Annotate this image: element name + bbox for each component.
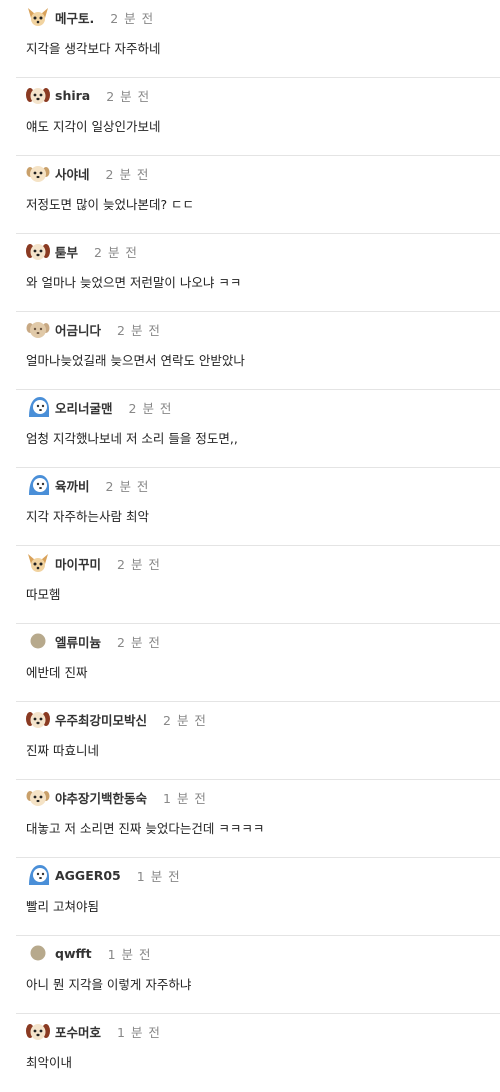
comment-timestamp: 1 분 전 bbox=[136, 868, 181, 884]
comment-text: 진짜 따효니네 bbox=[26, 743, 99, 758]
comment-text: 에반데 진짜 bbox=[26, 665, 88, 680]
comment-text: 따모헴 bbox=[26, 587, 61, 602]
comment-nickname[interactable]: shira bbox=[55, 88, 90, 103]
comment-item: 우주최강미모박신 2 분 전진짜 따효니네 bbox=[0, 702, 500, 780]
dog-brown-ears-icon[interactable] bbox=[26, 83, 50, 107]
comment-header: 어금니다 2 분 전 bbox=[26, 316, 161, 342]
comment-timestamp: 2 분 전 bbox=[117, 322, 161, 338]
puppy-icon[interactable] bbox=[26, 785, 50, 809]
comment-item: 오리너굴맨 2 분 전엄청 지각했나보네 저 소리 들을 정도면,, bbox=[0, 390, 500, 468]
comment-item: 육까비 2 분 전지각 자주하는사람 최악 bbox=[0, 468, 500, 546]
comment-nickname[interactable]: AGGER05 bbox=[55, 868, 121, 883]
default-circle-icon[interactable] bbox=[26, 941, 50, 965]
comment-item: 사야네 2 분 전저정도면 많이 늦었나본데? ㄷㄷ bbox=[0, 156, 500, 234]
comment-timestamp: 2 분 전 bbox=[110, 10, 155, 26]
comment-timestamp: 1 분 전 bbox=[107, 946, 152, 962]
comment-text: 저정도면 많이 늦었나본데? ㄷㄷ bbox=[26, 197, 195, 212]
chihuahua-icon[interactable] bbox=[26, 551, 50, 575]
comment-header: 오리너굴맨 2 분 전 bbox=[26, 394, 172, 420]
comment-timestamp: 2 분 전 bbox=[117, 556, 161, 572]
comment-nickname[interactable]: 오리너굴맨 bbox=[55, 398, 113, 417]
default-circle-icon[interactable] bbox=[26, 629, 50, 653]
comment-header: 사야네 2 분 전 bbox=[26, 160, 149, 186]
comment-item: 메구토. 2 분 전지각을 생각보다 자주하네 bbox=[0, 0, 500, 78]
comment-header: 엘류미늄 2 분 전 bbox=[26, 628, 161, 654]
comment-nickname[interactable]: 우주최강미모박신 bbox=[55, 710, 147, 729]
puppy-beige-icon[interactable] bbox=[26, 317, 50, 341]
puppy-icon[interactable] bbox=[26, 161, 50, 185]
comment-header: 포수머호 1 분 전 bbox=[26, 1018, 161, 1044]
comment-nickname[interactable]: 툳부 bbox=[55, 242, 78, 261]
blue-creature-icon[interactable] bbox=[26, 473, 50, 497]
comment-nickname[interactable]: 어금니다 bbox=[55, 320, 101, 339]
comment-list: 메구토. 2 분 전 지각을 생각보다 자주하네 shira 2 분 전 얘도 지각이 일… bbox=[0, 0, 500, 1092]
comment-nickname[interactable]: 야추장기백한동숙 bbox=[55, 788, 147, 807]
comment-timestamp: 2 분 전 bbox=[94, 244, 138, 260]
comment-timestamp: 1 분 전 bbox=[163, 790, 207, 806]
comment-item: 마이꾸미 2 분 전따모헴 bbox=[0, 546, 500, 624]
comment-timestamp: 2 분 전 bbox=[105, 478, 150, 494]
comment-header: 메구토. 2 분 전 bbox=[26, 4, 154, 30]
dog-brown-ears-icon[interactable] bbox=[26, 1019, 50, 1043]
comment-header: shira 2 분 전 bbox=[26, 82, 150, 108]
comment-text: 최악이내 bbox=[26, 1055, 73, 1070]
comment-nickname[interactable]: 메구토. bbox=[55, 8, 94, 27]
comment-text: 얼마나늦었길래 늦으면서 연락도 안받았나 bbox=[26, 353, 245, 368]
comment-text: 대놓고 저 소리면 진짜 늦었다는건데 ㅋㅋㅋㅋ bbox=[26, 821, 265, 836]
comment-item: 포수머호 1 분 전최악이내 bbox=[0, 1014, 500, 1092]
comment-item: qwfft 1 분 전아니 뭔 지각을 이렇게 자주하냐 bbox=[0, 936, 500, 1014]
comment-item: 어금니다 2 분 전얼마나늦었길래 늦으면서 연락도 안받았나 bbox=[0, 312, 500, 390]
comment-header: 툳부 2 분 전 bbox=[26, 238, 138, 264]
comment-timestamp: 2 분 전 bbox=[105, 166, 150, 182]
comment-text: 엄청 지각했나보네 저 소리 들을 정도면,, bbox=[26, 431, 238, 446]
comment-header: 우주최강미모박신 2 분 전 bbox=[26, 706, 207, 732]
comment-item: 툳부 2 분 전와 얼마나 늦었으면 저런말이 나오냐 ㅋㅋ bbox=[0, 234, 500, 312]
comment-timestamp: 2 분 전 bbox=[117, 634, 161, 650]
chihuahua-icon[interactable] bbox=[26, 5, 50, 29]
comment-timestamp: 2 분 전 bbox=[128, 400, 173, 416]
comment-text: 빨리 고쳐야됨 bbox=[26, 899, 99, 914]
comment-item: AGGER05 1 분 전빨리 고쳐야됨 bbox=[0, 858, 500, 936]
comment-text: 얘도 지각이 일상인가보네 bbox=[26, 119, 161, 134]
comment-text: 아니 뭔 지각을 이렇게 자주하냐 bbox=[26, 977, 192, 992]
comment-nickname[interactable]: 엘류미늄 bbox=[55, 632, 101, 651]
comment-item: 엘류미늄 2 분 전에반데 진짜 bbox=[0, 624, 500, 702]
comment-timestamp: 2 분 전 bbox=[163, 712, 207, 728]
comment-header: 육까비 2 분 전 bbox=[26, 472, 149, 498]
comment-text: 지각 자주하는사람 최악 bbox=[26, 509, 149, 524]
comment-nickname[interactable]: 육까비 bbox=[55, 476, 90, 495]
comment-timestamp: 2 분 전 bbox=[106, 88, 151, 104]
comment-header: 마이꾸미 2 분 전 bbox=[26, 550, 161, 576]
comment-timestamp: 1 분 전 bbox=[117, 1024, 161, 1040]
blue-creature-icon[interactable] bbox=[26, 395, 50, 419]
blue-creature-icon[interactable] bbox=[26, 863, 50, 887]
comment-item: shira 2 분 전얘도 지각이 일상인가보네 bbox=[0, 78, 500, 156]
comment-item: 야추장기백한동숙 1 분 전대놓고 저 소리면 진짜 늦었다는건데 ㅋㅋㅋㅋ bbox=[0, 780, 500, 858]
comment-header: AGGER05 1 분 전 bbox=[26, 862, 181, 888]
comment-nickname[interactable]: 포수머호 bbox=[55, 1022, 101, 1041]
dog-brown-ears-icon[interactable] bbox=[26, 707, 50, 731]
comment-header: qwfft 1 분 전 bbox=[26, 940, 152, 966]
comment-text: 지각을 생각보다 자주하네 bbox=[26, 41, 161, 56]
comment-nickname[interactable]: 마이꾸미 bbox=[55, 554, 101, 573]
comment-nickname[interactable]: 사야네 bbox=[55, 164, 90, 183]
comment-nickname[interactable]: qwfft bbox=[55, 946, 92, 961]
comment-text: 와 얼마나 늦었으면 저런말이 나오냐 ㅋㅋ bbox=[26, 275, 242, 290]
comment-header: 야추장기백한동숙 1 분 전 bbox=[26, 784, 207, 810]
dog-brown-ears-icon[interactable] bbox=[26, 239, 50, 263]
